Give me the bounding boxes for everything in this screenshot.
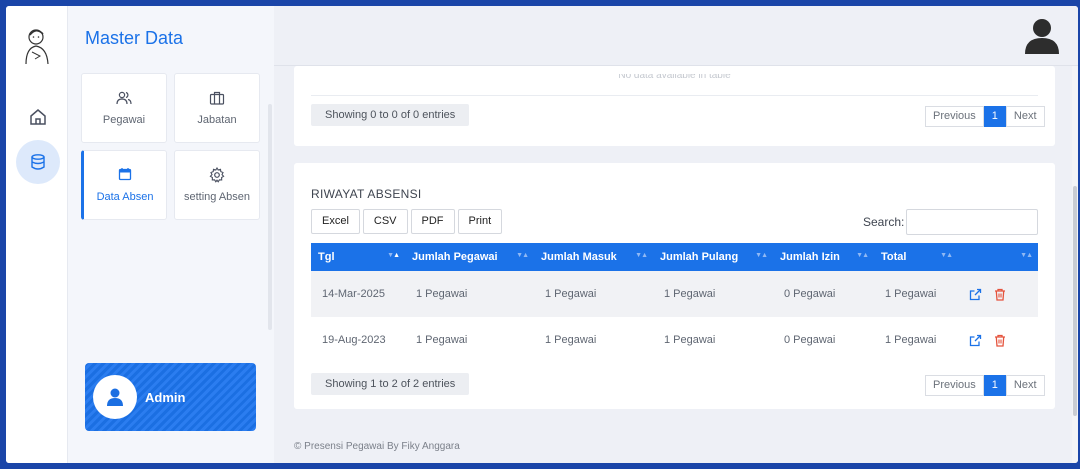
cell-jumlah-izin: 0 Pegawai bbox=[784, 334, 836, 346]
tile-label: Data Absen bbox=[96, 191, 154, 203]
cell-tgl: 19-Aug-2023 bbox=[322, 334, 386, 346]
home-icon bbox=[30, 109, 46, 125]
home-nav-button[interactable] bbox=[16, 95, 60, 139]
col-header-jumlah-pulang[interactable]: Jumlah Pulang ▼▲ bbox=[653, 243, 773, 271]
previous-button[interactable]: Previous bbox=[925, 106, 984, 127]
footer-text: © Presensi Pegawai By Fiky Anggara bbox=[294, 441, 460, 452]
users-icon bbox=[116, 91, 132, 105]
col-header-tgl[interactable]: Tgl ▼▲ bbox=[311, 243, 405, 271]
sort-icon: ▼▲ bbox=[940, 252, 953, 259]
pagination: Previous 1 Next bbox=[925, 106, 1045, 127]
admin-card[interactable]: Admin bbox=[85, 363, 256, 431]
tile-jabatan[interactable]: Jabatan bbox=[174, 73, 260, 143]
user-illustration-logo bbox=[25, 29, 49, 65]
search-label: Search: bbox=[863, 215, 905, 229]
excel-button[interactable]: Excel bbox=[311, 209, 360, 234]
divider bbox=[311, 95, 1038, 96]
master-data-panel: Master Data Pegawai Jabatan Data Absen s… bbox=[68, 6, 274, 463]
page-scrollbar[interactable] bbox=[1072, 66, 1078, 463]
sort-icon: ▼▲ bbox=[1020, 252, 1033, 259]
col-header-total[interactable]: Total ▼▲ bbox=[874, 243, 958, 271]
database-icon bbox=[31, 154, 45, 170]
scrollbar-thumb[interactable] bbox=[1073, 186, 1077, 416]
app-window: Master Data Pegawai Jabatan Data Absen s… bbox=[6, 6, 1078, 463]
tile-pegawai[interactable]: Pegawai bbox=[81, 73, 167, 143]
top-table-card: No data available in table Showing 0 to … bbox=[294, 66, 1055, 146]
briefcase-icon bbox=[209, 91, 225, 105]
cell-actions bbox=[958, 317, 1038, 363]
cell-jumlah-pulang: 1 Pegawai bbox=[664, 288, 716, 300]
sort-icon: ▼▲ bbox=[387, 252, 400, 259]
previous-button[interactable]: Previous bbox=[925, 375, 984, 396]
print-button[interactable]: Print bbox=[457, 209, 503, 234]
external-link-icon[interactable] bbox=[969, 288, 982, 301]
col-header-jumlah-masuk[interactable]: Jumlah Masuk ▼▲ bbox=[534, 243, 653, 271]
sort-icon: ▼▲ bbox=[856, 252, 869, 259]
col-header-jumlah-pegawai[interactable]: Jumlah Pegawai ▼▲ bbox=[405, 243, 534, 271]
admin-name: Admin bbox=[145, 390, 186, 405]
export-buttons: Excel CSV PDF Print bbox=[311, 209, 503, 234]
top-bar bbox=[274, 6, 1078, 66]
avatar bbox=[93, 375, 137, 419]
user-icon bbox=[107, 388, 123, 406]
user-avatar-icon[interactable] bbox=[1024, 16, 1060, 54]
table-info: Showing 0 to 0 of 0 entries bbox=[311, 104, 470, 126]
sort-icon: ▼▲ bbox=[516, 252, 529, 259]
tile-label: Pegawai bbox=[102, 114, 146, 126]
pdf-button[interactable]: PDF bbox=[410, 209, 455, 234]
riwayat-table: Tgl ▼▲ Jumlah Pegawai ▼▲ Jumlah Masuk ▼▲ Ju… bbox=[311, 243, 1038, 363]
sort-icon: ▼▲ bbox=[755, 252, 768, 259]
csv-button[interactable]: CSV bbox=[362, 209, 408, 234]
col-header-actions[interactable]: ▼▲ bbox=[958, 243, 1038, 271]
cell-jumlah-izin: 0 Pegawai bbox=[784, 288, 836, 300]
search-input[interactable] bbox=[906, 209, 1038, 235]
trash-icon[interactable] bbox=[994, 334, 1006, 347]
tile-setting-absen[interactable]: setting Absen bbox=[174, 150, 260, 220]
panel-scrollbar[interactable] bbox=[268, 104, 272, 330]
tile-label: Jabatan bbox=[197, 114, 237, 126]
gear-icon bbox=[209, 167, 225, 183]
cell-total: 1 Pegawai bbox=[885, 334, 937, 346]
cell-tgl: 14-Mar-2025 bbox=[322, 288, 385, 300]
cell-jumlah-pegawai: 1 Pegawai bbox=[416, 288, 468, 300]
panel-title: Master Data bbox=[85, 28, 184, 48]
col-header-jumlah-izin[interactable]: Jumlah Izin ▼▲ bbox=[773, 243, 874, 271]
tile-data-absen[interactable]: Data Absen bbox=[81, 150, 167, 220]
card-title: RIWAYAT ABSENSI bbox=[311, 187, 422, 201]
cell-total: 1 Pegawai bbox=[885, 288, 937, 300]
tile-label: setting Absen bbox=[183, 191, 251, 203]
empty-table-text: No data available in table bbox=[618, 74, 731, 81]
page-1-button[interactable]: 1 bbox=[983, 106, 1006, 127]
cell-jumlah-pegawai: 1 Pegawai bbox=[416, 334, 468, 346]
cell-jumlah-masuk: 1 Pegawai bbox=[545, 334, 597, 346]
calendar-icon bbox=[118, 168, 132, 181]
table-row: 14-Mar-2025 1 Pegawai 1 Pegawai 1 Pegawa… bbox=[311, 271, 1038, 317]
icon-rail bbox=[6, 6, 68, 463]
pagination: Previous 1 Next bbox=[925, 375, 1045, 396]
next-button[interactable]: Next bbox=[1005, 106, 1045, 127]
table-row: 19-Aug-2023 1 Pegawai 1 Pegawai 1 Pegawa… bbox=[311, 317, 1038, 363]
database-nav-button[interactable] bbox=[16, 140, 60, 184]
cell-jumlah-pulang: 1 Pegawai bbox=[664, 334, 716, 346]
trash-icon[interactable] bbox=[994, 288, 1006, 301]
external-link-icon[interactable] bbox=[969, 334, 982, 347]
cell-jumlah-masuk: 1 Pegawai bbox=[545, 288, 597, 300]
sort-icon: ▼▲ bbox=[635, 252, 648, 259]
table-info: Showing 1 to 2 of 2 entries bbox=[311, 373, 470, 395]
riwayat-absensi-card: RIWAYAT ABSENSI Excel CSV PDF Print Sear… bbox=[294, 163, 1055, 409]
cell-actions bbox=[958, 271, 1038, 317]
next-button[interactable]: Next bbox=[1005, 375, 1045, 396]
page-1-button[interactable]: 1 bbox=[983, 375, 1006, 396]
table-header-row: Tgl ▼▲ Jumlah Pegawai ▼▲ Jumlah Masuk ▼▲ Ju… bbox=[311, 243, 1038, 271]
